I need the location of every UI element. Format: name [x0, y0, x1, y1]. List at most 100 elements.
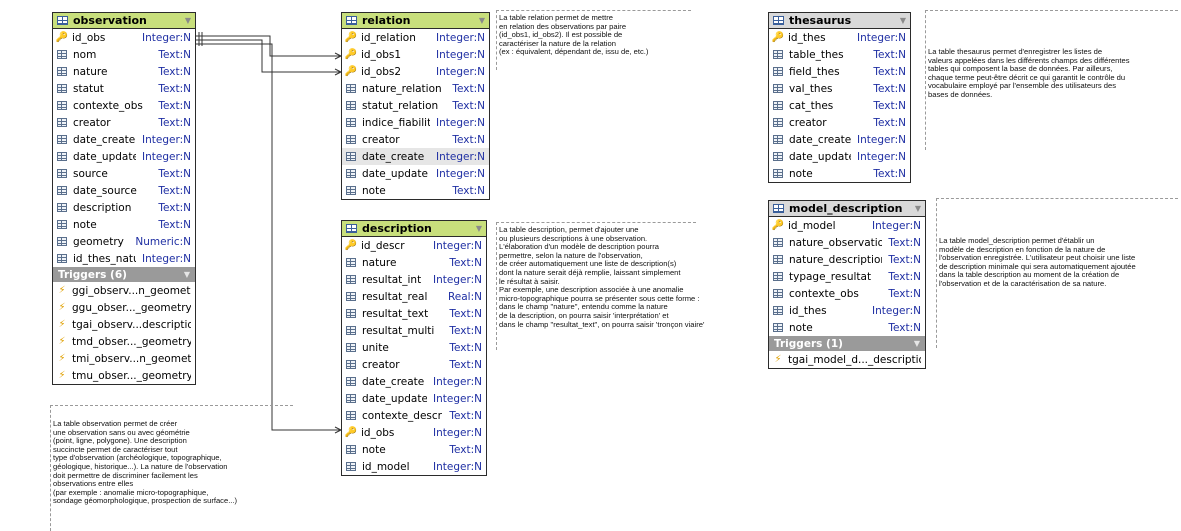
- column-type: Integer:N: [436, 31, 485, 44]
- column-type: Integer:N: [436, 48, 485, 61]
- column-row[interactable]: note Text:N: [53, 216, 195, 233]
- column-row[interactable]: nature Text:N: [342, 254, 486, 271]
- column-row[interactable]: creator Text:N: [342, 356, 486, 373]
- column-name: statut: [73, 82, 104, 95]
- column-row[interactable]: date_create Integer:N: [53, 131, 195, 148]
- column-row[interactable]: table_thes Text:N: [769, 46, 910, 63]
- chevron-down-icon[interactable]: ▼: [900, 16, 906, 25]
- column-row[interactable]: note Text:N: [769, 165, 910, 182]
- column-row[interactable]: id_thes_nature Integer:N: [53, 250, 195, 267]
- column-row[interactable]: statut_relation Text:N: [342, 97, 489, 114]
- column-icon: [346, 258, 356, 267]
- chevron-down-icon[interactable]: ▼: [914, 339, 920, 348]
- column-row[interactable]: nature Text:N: [53, 63, 195, 80]
- column-row[interactable]: indice_fiabilite Integer:N: [342, 114, 489, 131]
- column-row[interactable]: 🔑 id_obs2 Integer:N: [342, 63, 489, 80]
- column-row[interactable]: 🔑 id_descr Integer:N: [342, 237, 486, 254]
- chevron-down-icon[interactable]: ▼: [915, 204, 921, 213]
- table-relation-header[interactable]: relation ▼: [342, 13, 489, 29]
- column-row[interactable]: 🔑 id_obs1 Integer:N: [342, 46, 489, 63]
- column-row[interactable]: nature_relation Text:N: [342, 80, 489, 97]
- column-type: Text:N: [158, 82, 191, 95]
- chevron-down-icon[interactable]: ▼: [476, 224, 482, 233]
- trigger-row[interactable]: ⚡ tgai_observ...description: [53, 316, 195, 333]
- column-row[interactable]: nature_description Text:N: [769, 251, 925, 268]
- column-row[interactable]: 🔑 id_obs Integer:N: [342, 424, 486, 441]
- trigger-row[interactable]: ⚡ tmu_obser..._geometry: [53, 367, 195, 384]
- chevron-down-icon[interactable]: ▼: [185, 16, 191, 25]
- column-row[interactable]: id_model Integer:N: [342, 458, 486, 475]
- column-row[interactable]: 🔑 id_obs Integer:N: [53, 29, 195, 46]
- column-row[interactable]: date_create Integer:N: [342, 373, 486, 390]
- table-description[interactable]: description ▼ 🔑 id_descr Integer:N nature Te…: [341, 220, 487, 476]
- column-type: Text:N: [158, 116, 191, 129]
- column-row[interactable]: resultat_real Real:N: [342, 288, 486, 305]
- column-row[interactable]: creator Text:N: [342, 131, 489, 148]
- column-icon: [57, 135, 67, 144]
- column-row[interactable]: creator Text:N: [53, 114, 195, 131]
- column-row[interactable]: date_update Integer:N: [342, 390, 486, 407]
- column-row[interactable]: 🔑 id_relation Integer:N: [342, 29, 489, 46]
- trigger-row[interactable]: ⚡ ggi_observ...n_geometry: [53, 282, 195, 299]
- column-row[interactable]: id_thes Integer:N: [769, 302, 925, 319]
- trigger-row[interactable]: ⚡ tmd_obser..._geometry: [53, 333, 195, 350]
- table-thesaurus-header[interactable]: thesaurus ▼: [769, 13, 910, 29]
- column-name: note: [362, 443, 386, 456]
- column-row[interactable]: nom Text:N: [53, 46, 195, 63]
- column-row[interactable]: val_thes Text:N: [769, 80, 910, 97]
- column-row[interactable]: note Text:N: [342, 441, 486, 458]
- column-row[interactable]: 🔑 id_model Integer:N: [769, 217, 925, 234]
- table-observation-header[interactable]: observation ▼: [53, 13, 195, 29]
- column-row[interactable]: typage_resultat Text:N: [769, 268, 925, 285]
- column-row[interactable]: cat_thes Text:N: [769, 97, 910, 114]
- trigger-row[interactable]: ⚡ tmi_observ...n_geometry: [53, 350, 195, 367]
- column-row[interactable]: nature_observation Text:N: [769, 234, 925, 251]
- table-model-description[interactable]: model_description ▼ 🔑 id_model Integer:N na…: [768, 200, 926, 369]
- table-thesaurus[interactable]: thesaurus ▼ 🔑 id_thes Integer:N table_thes T…: [768, 12, 911, 183]
- connector-id-obs-description: [196, 43, 341, 431]
- column-row[interactable]: note Text:N: [769, 319, 925, 336]
- column-name: cat_thes: [789, 99, 834, 112]
- column-name: note: [789, 167, 813, 180]
- triggers-section-header[interactable]: Triggers (6) ▼: [53, 267, 195, 282]
- column-row[interactable]: contexte_obs Text:N: [53, 97, 195, 114]
- trigger-row[interactable]: ⚡ ggu_obser..._geometry: [53, 299, 195, 316]
- chevron-down-icon[interactable]: ▼: [184, 270, 190, 279]
- column-name: note: [73, 218, 97, 231]
- column-row[interactable]: date_update Integer:N: [769, 148, 910, 165]
- column-row[interactable]: date_create Integer:N: [769, 131, 910, 148]
- column-row[interactable]: date_create Integer:N: [342, 148, 489, 165]
- column-row[interactable]: geometry Numeric:N: [53, 233, 195, 250]
- triggers-section-header[interactable]: Triggers (1) ▼: [769, 336, 925, 351]
- column-icon: [346, 275, 356, 284]
- column-type: Integer:N: [857, 133, 906, 146]
- column-row[interactable]: resultat_int Integer:N: [342, 271, 486, 288]
- column-row[interactable]: field_thes Text:N: [769, 63, 910, 80]
- column-row[interactable]: unite Text:N: [342, 339, 486, 356]
- column-row[interactable]: resultat_text Text:N: [342, 305, 486, 322]
- table-observation[interactable]: observation ▼ 🔑 id_obs Integer:N nom Text:N n…: [52, 12, 196, 385]
- column-row[interactable]: note Text:N: [342, 182, 489, 199]
- column-row[interactable]: contexte_obs Text:N: [769, 285, 925, 302]
- column-row[interactable]: date_update Integer:N: [53, 148, 195, 165]
- column-type: Text:N: [158, 218, 191, 231]
- table-title: relation: [362, 14, 411, 27]
- column-icon: [773, 306, 783, 315]
- table-model-description-header[interactable]: model_description ▼: [769, 201, 925, 217]
- column-row[interactable]: description Text:N: [53, 199, 195, 216]
- column-row[interactable]: 🔑 id_thes Integer:N: [769, 29, 910, 46]
- column-row[interactable]: creator Text:N: [769, 114, 910, 131]
- column-row[interactable]: statut Text:N: [53, 80, 195, 97]
- column-row[interactable]: resultat_multi Text:N: [342, 322, 486, 339]
- column-type: Text:N: [449, 409, 482, 422]
- column-row[interactable]: contexte_descr Text:N: [342, 407, 486, 424]
- column-row[interactable]: source Text:N: [53, 165, 195, 182]
- trigger-row[interactable]: ⚡ tgai_model_d..._description: [769, 351, 925, 368]
- column-row[interactable]: date_source Text:N: [53, 182, 195, 199]
- column-type: Text:N: [449, 307, 482, 320]
- chevron-down-icon[interactable]: ▼: [479, 16, 485, 25]
- column-row[interactable]: date_update Integer:N: [342, 165, 489, 182]
- table-description-header[interactable]: description ▼: [342, 221, 486, 237]
- table-relation[interactable]: relation ▼ 🔑 id_relation Integer:N 🔑 id_obs1…: [341, 12, 490, 200]
- triggers-label: Triggers (6): [58, 268, 127, 281]
